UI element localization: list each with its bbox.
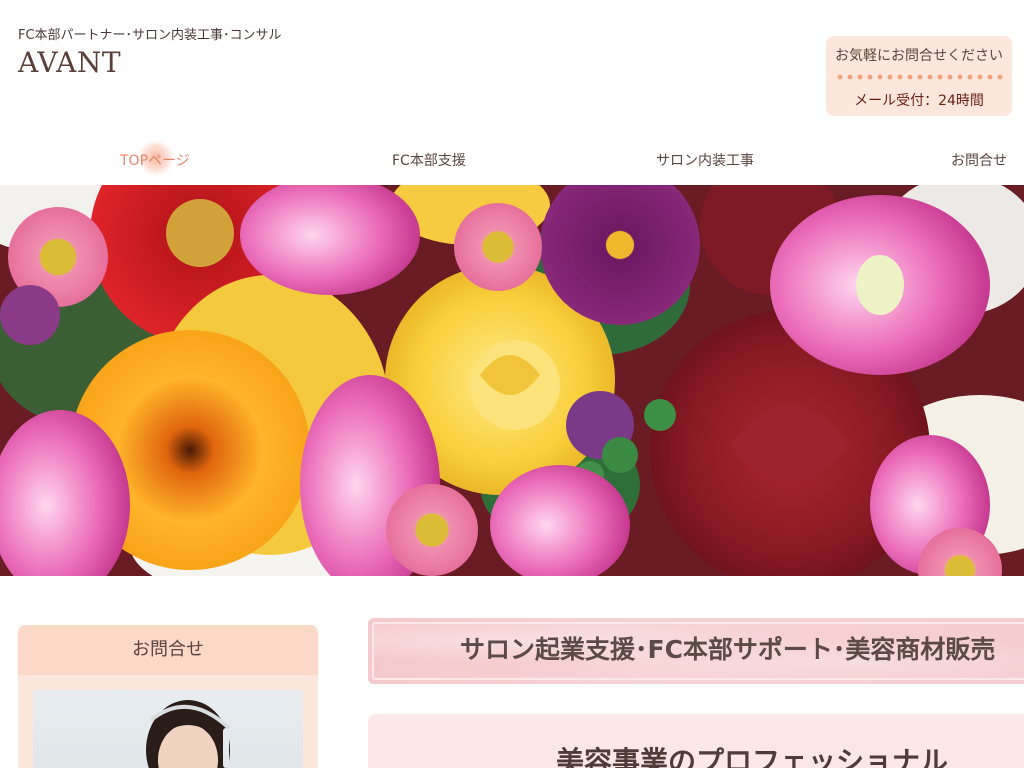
site-tagline: FC本部パートナー･サロン内装工事･コンサル xyxy=(18,28,282,43)
main-nav: TOPページ FC本部支援 サロン内装工事 お問合せ xyxy=(0,140,1024,180)
page: FC本部パートナー･サロン内装工事･コンサル AVANT お気軽にお問合せくださ… xyxy=(0,0,1024,768)
nav-item-fc-support[interactable]: FC本部支援 xyxy=(392,150,466,170)
nav-item-salon-interior[interactable]: サロン内装工事 xyxy=(656,150,754,170)
contact-info-box: お気軽にお問合せください メール受付：24時間 xyxy=(826,36,1012,116)
services-banner: サロン起業支援･FC本部サポート･美容商材販売 xyxy=(368,618,1024,684)
contact-lead-text: お気軽にお問合せください xyxy=(835,48,1003,64)
contact-hours-text: メール受付：24時間 xyxy=(854,93,984,109)
hero-flower-image xyxy=(0,185,1024,576)
flower-illustration xyxy=(0,185,1024,576)
site-logo[interactable]: AVANT xyxy=(18,46,121,79)
services-banner-text: サロン起業支援･FC本部サポート･美容商材販売 xyxy=(372,622,1024,680)
operator-photo xyxy=(33,690,303,768)
intro-section-title: 美容事業のプロフェッショナル xyxy=(556,745,949,768)
operator-illustration xyxy=(146,700,231,768)
intro-section: 美容事業のプロフェッショナル xyxy=(368,714,1024,768)
nav-item-contact[interactable]: お問合せ xyxy=(951,150,1007,170)
sidebar-contact-heading[interactable]: お問合せ xyxy=(18,625,318,675)
sidebar-contact-card: お問合せ xyxy=(18,625,318,768)
nav-item-top[interactable]: TOPページ xyxy=(120,150,190,170)
dotted-divider xyxy=(835,74,1003,80)
